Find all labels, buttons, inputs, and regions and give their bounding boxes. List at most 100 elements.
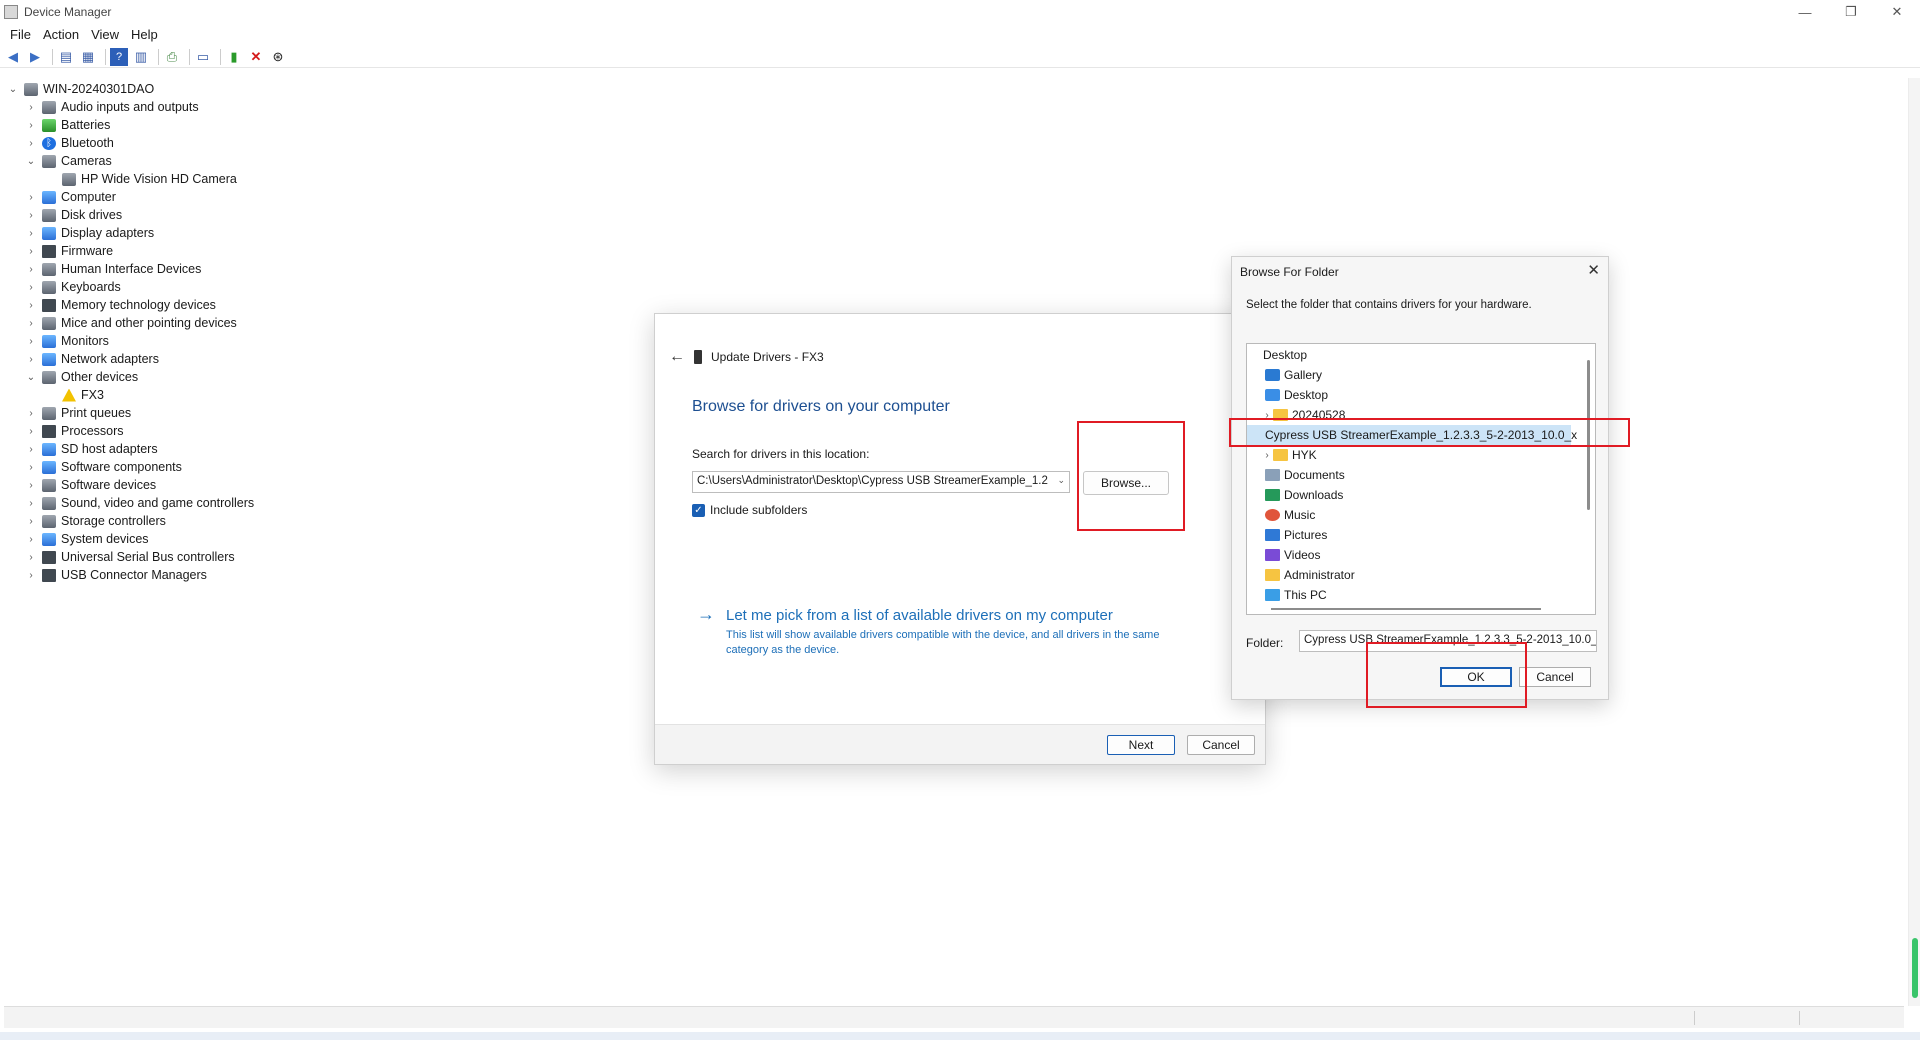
back-arrow-icon[interactable]: ← [669, 348, 685, 366]
checkbox-checked-icon[interactable]: ✓ [692, 503, 705, 517]
tree-category[interactable]: › ᛒ Bluetooth [6, 134, 406, 152]
tree-device[interactable]: FX3 [6, 386, 406, 404]
folder-tree-item[interactable]: Documents [1247, 465, 1345, 485]
sd-icon [42, 442, 56, 456]
folder-tree-item[interactable]: Videos [1247, 545, 1320, 565]
menu-view[interactable]: View [85, 27, 125, 42]
tree-category[interactable]: › Audio inputs and outputs [6, 98, 406, 116]
chevron-right-icon[interactable]: › [24, 354, 38, 365]
menu-action[interactable]: Action [37, 27, 85, 42]
chevron-down-icon[interactable]: ⌄ [24, 372, 38, 383]
tree-category[interactable]: › Keyboards [6, 278, 406, 296]
tree-category[interactable]: › Human Interface Devices [6, 260, 406, 278]
include-subfolders-checkbox[interactable]: ✓ Include subfolders [692, 503, 807, 517]
chevron-down-icon[interactable]: ⌄ [24, 156, 38, 167]
videos-icon [1265, 549, 1280, 561]
vertical-scrollbar[interactable] [1908, 78, 1920, 1006]
view-icon[interactable]: ▥ [132, 48, 150, 66]
chevron-right-icon[interactable]: › [24, 462, 38, 473]
tree-category[interactable]: › Disk drives [6, 206, 406, 224]
chevron-right-icon[interactable]: › [24, 336, 38, 347]
folder-tree-item[interactable]: Downloads [1247, 485, 1343, 505]
folder-tree-item[interactable]: This PC [1247, 585, 1327, 605]
tree-category[interactable]: › Computer [6, 188, 406, 206]
disable-icon[interactable]: ⊛ [269, 48, 287, 66]
monitor-icon[interactable]: ▭ [194, 48, 212, 66]
chevron-right-icon[interactable]: › [24, 210, 38, 221]
uninstall-icon[interactable]: ✕ [247, 48, 265, 66]
tree-category[interactable]: › System devices [6, 530, 406, 548]
tree-category[interactable]: › Mice and other pointing devices [6, 314, 406, 332]
pick-from-list-link[interactable]: Let me pick from a list of available dri… [726, 607, 1113, 624]
chevron-right-icon[interactable]: › [24, 246, 38, 257]
forward-icon[interactable]: ▶ [26, 48, 44, 66]
chevron-right-icon[interactable]: › [24, 552, 38, 563]
add-driver-icon[interactable]: ▮ [225, 48, 243, 66]
tree-category[interactable]: › Print queues [6, 404, 406, 422]
tree-category[interactable]: › Software devices [6, 476, 406, 494]
driver-path-combobox[interactable]: C:\Users\Administrator\Desktop\Cypress U… [692, 471, 1070, 493]
chevron-right-icon[interactable]: › [24, 228, 38, 239]
tree-category[interactable]: › Storage controllers [6, 512, 406, 530]
chevron-right-icon[interactable]: › [1261, 450, 1273, 461]
tree-category[interactable]: › Universal Serial Bus controllers [6, 548, 406, 566]
tree-root[interactable]: ⌄ WIN-20240301DAO [6, 80, 406, 98]
cancel-button[interactable]: Cancel [1187, 735, 1255, 755]
chevron-right-icon[interactable]: › [24, 300, 38, 311]
folder-tree-item[interactable]: Pictures [1247, 525, 1327, 545]
chevron-right-icon[interactable]: › [24, 534, 38, 545]
tree-category[interactable]: › Sound, video and game controllers [6, 494, 406, 512]
chevron-right-icon[interactable]: › [24, 318, 38, 329]
folder-tree-item[interactable]: Gallery [1247, 365, 1322, 385]
folder-tree[interactable]: Desktop Gallery Desktop › 20240528 Cypress US… [1246, 343, 1596, 615]
chevron-right-icon[interactable]: › [24, 102, 38, 113]
tree-category[interactable]: › SD host adapters [6, 440, 406, 458]
chevron-right-icon[interactable]: › [24, 264, 38, 275]
chevron-right-icon[interactable]: › [24, 120, 38, 131]
chevron-right-icon[interactable]: › [24, 426, 38, 437]
chevron-right-icon[interactable]: › [24, 444, 38, 455]
chevron-right-icon[interactable]: › [24, 282, 38, 293]
tree-category[interactable]: › Monitors [6, 332, 406, 350]
chevron-right-icon[interactable]: › [24, 570, 38, 581]
folder-tree-item[interactable]: › HYK [1247, 445, 1316, 465]
tree-category[interactable]: › Network adapters [6, 350, 406, 368]
menu-file[interactable]: File [4, 27, 37, 42]
tree-device[interactable]: HP Wide Vision HD Camera [6, 170, 406, 188]
folder-tree-item[interactable]: Music [1247, 505, 1315, 525]
close-button[interactable]: ✕ [1874, 0, 1920, 24]
folder-tree-item[interactable]: Administrator [1247, 565, 1355, 585]
chevron-right-icon[interactable]: › [24, 498, 38, 509]
tree-category[interactable]: › Memory technology devices [6, 296, 406, 314]
chevron-right-icon[interactable]: › [24, 408, 38, 419]
close-icon[interactable]: ✕ [1587, 261, 1600, 279]
menu-help[interactable]: Help [125, 27, 164, 42]
chevron-down-icon[interactable]: ⌄ [6, 84, 20, 95]
chevron-right-icon[interactable]: › [24, 516, 38, 527]
tree-category[interactable]: › Processors [6, 422, 406, 440]
chevron-right-icon[interactable]: › [24, 192, 38, 203]
folder-cancel-button[interactable]: Cancel [1519, 667, 1591, 687]
show-hide-tree-icon[interactable]: ▤ [57, 48, 75, 66]
folder-tree-item[interactable]: Desktop [1247, 345, 1307, 365]
folder-tree-hscroll[interactable] [1271, 608, 1541, 610]
tree-category[interactable]: ⌄ Other devices [6, 368, 406, 386]
tree-category[interactable]: ⌄ Cameras [6, 152, 406, 170]
folder-tree-item[interactable]: Desktop [1247, 385, 1328, 405]
back-icon[interactable]: ◀ [4, 48, 22, 66]
arrow-right-icon[interactable]: → [697, 604, 715, 625]
tree-category[interactable]: › Firmware [6, 242, 406, 260]
properties-icon[interactable]: ▦ [79, 48, 97, 66]
chevron-right-icon[interactable]: › [24, 480, 38, 491]
chevron-right-icon[interactable]: › [24, 138, 38, 149]
maximize-button[interactable]: ❐ [1828, 0, 1874, 24]
next-button[interactable]: Next [1107, 735, 1175, 755]
chevron-down-icon[interactable]: ⌄ [1057, 475, 1065, 486]
minimize-button[interactable]: — [1782, 0, 1828, 24]
tree-category[interactable]: › Software components [6, 458, 406, 476]
tree-category[interactable]: › USB Connector Managers [6, 566, 406, 584]
tree-category[interactable]: › Batteries [6, 116, 406, 134]
help-icon[interactable]: ? [110, 47, 128, 66]
tree-category[interactable]: › Display adapters [6, 224, 406, 242]
scan-icon[interactable]: ⎙ [163, 48, 181, 66]
